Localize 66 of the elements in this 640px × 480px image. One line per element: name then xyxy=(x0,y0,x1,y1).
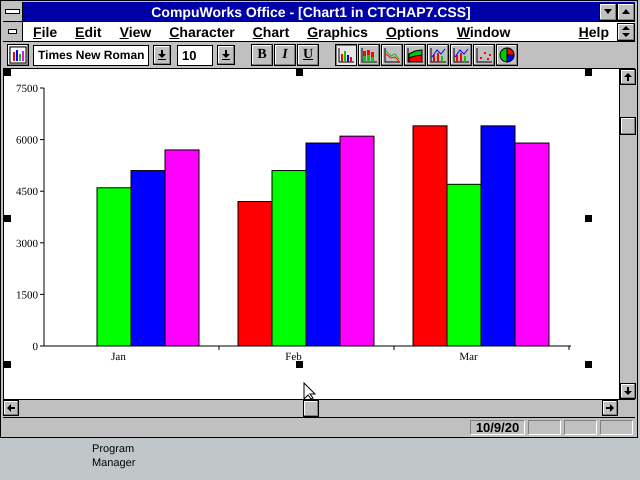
window-title: CompuWorks Office - [Chart1 in CTCHAP7.CSS] xyxy=(150,4,472,20)
down-arrow-icon xyxy=(158,50,166,60)
size-field[interactable]: 10 xyxy=(177,44,213,66)
menu-item[interactable]: Edit xyxy=(75,24,102,40)
menu-item[interactable]: Options xyxy=(386,24,439,40)
x-tick-label: Jan xyxy=(111,351,126,364)
scroll-thumb[interactable] xyxy=(302,400,318,418)
menu-item[interactable]: View xyxy=(120,24,152,40)
down-arrow-icon[interactable] xyxy=(624,387,632,396)
up-triangle-icon xyxy=(622,9,630,14)
down-triangle-icon xyxy=(604,9,612,14)
format-button[interactable]: B xyxy=(251,44,273,66)
status-panel xyxy=(528,420,561,435)
right-arrow-icon[interactable] xyxy=(606,404,614,412)
horizontal-scrollbar[interactable] xyxy=(3,400,618,418)
chart-type-button[interactable] xyxy=(496,44,518,66)
chart-icon[interactable] xyxy=(7,44,29,66)
selection-handle[interactable] xyxy=(4,215,11,222)
chart-type-button[interactable] xyxy=(473,44,495,66)
y-tick-label: 4500 xyxy=(16,186,38,198)
menu-item[interactable]: Graphics xyxy=(307,24,368,40)
selection-handle[interactable] xyxy=(4,69,11,76)
format-button[interactable]: U xyxy=(297,44,319,66)
font-field[interactable]: Times New Roman xyxy=(33,44,149,66)
left-arrow-icon[interactable] xyxy=(7,404,15,412)
selection-handle[interactable] xyxy=(585,215,592,222)
selection-handle[interactable] xyxy=(585,361,592,368)
menu-item[interactable]: Chart xyxy=(252,24,290,40)
y-tick-label: 3000 xyxy=(16,238,38,250)
status-panel xyxy=(564,420,597,435)
format-button[interactable]: I xyxy=(274,44,296,66)
restore-button[interactable] xyxy=(617,22,635,40)
down-arrow-icon xyxy=(222,50,230,60)
chart-type-button[interactable] xyxy=(358,44,380,66)
selection-handle[interactable] xyxy=(296,69,303,76)
status-panel xyxy=(600,420,633,435)
scroll-thumb[interactable] xyxy=(620,117,636,136)
system-menu-button[interactable] xyxy=(3,2,23,21)
menu-item[interactable]: Character xyxy=(169,24,235,40)
menu-item[interactable]: Help xyxy=(578,24,609,40)
up-arrow-icon[interactable] xyxy=(624,73,632,82)
x-tick-label: Mar xyxy=(459,351,478,364)
y-tick-label: 6000 xyxy=(16,134,38,147)
dropdown-button[interactable] xyxy=(217,45,235,66)
vertical-scrollbar[interactable] xyxy=(619,69,636,400)
minimize-button[interactable] xyxy=(599,2,617,20)
chart-type-button[interactable] xyxy=(335,44,357,66)
up-down-triangle-icon xyxy=(622,26,630,37)
status-date: 10/9/20 xyxy=(470,420,525,435)
document-menu-button[interactable] xyxy=(3,22,23,41)
y-tick-label: 1500 xyxy=(16,290,38,302)
chart-type-button[interactable] xyxy=(450,44,472,66)
desktop-icon-label[interactable]: Program Manager xyxy=(92,442,142,470)
y-tick-label: 0 xyxy=(32,341,38,354)
menu-item[interactable]: File xyxy=(33,24,58,40)
chart-type-button[interactable] xyxy=(404,44,426,66)
chart-type-button[interactable] xyxy=(427,44,449,66)
selection-handle[interactable] xyxy=(296,361,303,368)
menu-item[interactable]: Window xyxy=(456,24,510,40)
selection-handle[interactable] xyxy=(4,361,11,368)
x-tick-label: Feb xyxy=(285,351,302,364)
dropdown-button[interactable] xyxy=(153,45,171,66)
selection-handle[interactable] xyxy=(585,69,592,76)
chart-type-button[interactable] xyxy=(381,44,403,66)
y-tick-label: 7500 xyxy=(16,83,38,96)
maximize-button[interactable] xyxy=(617,2,635,20)
